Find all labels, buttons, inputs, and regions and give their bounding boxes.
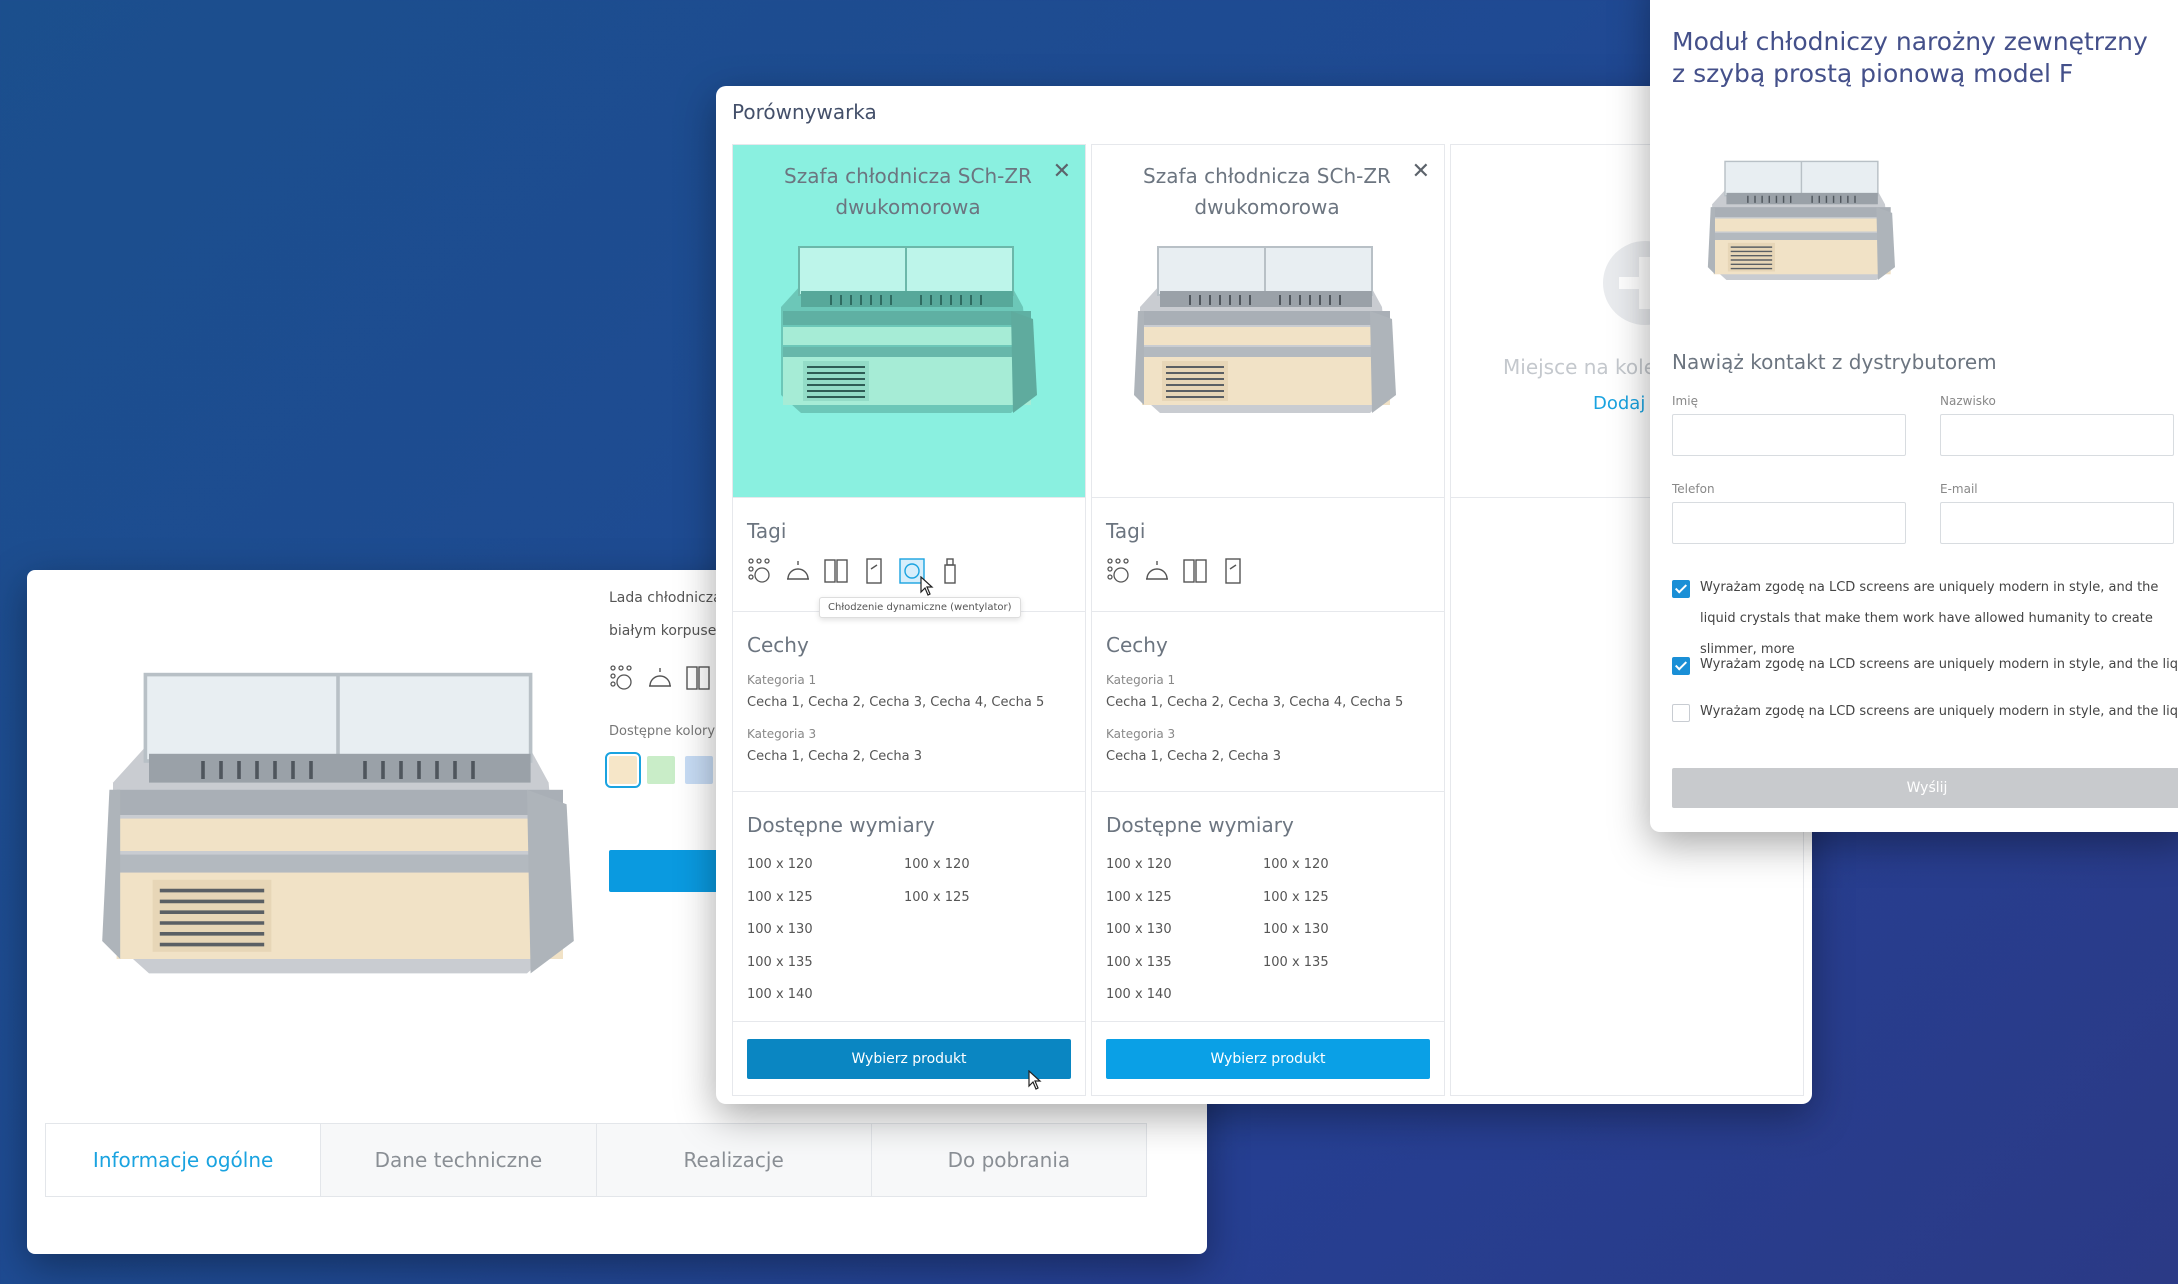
dimensions-section: Dostępne wymiary 100 x 120 100 x 125 100… — [733, 791, 1085, 1022]
dome-icon[interactable] — [1144, 557, 1170, 585]
tags-section: Tagi — [1092, 497, 1444, 612]
tab-technical[interactable]: Dane techniczne — [321, 1124, 597, 1196]
dome-icon[interactable] — [785, 557, 811, 585]
doors-icon[interactable] — [1182, 557, 1208, 585]
product-image — [77, 670, 617, 1050]
dimensions-title: Dostępne wymiary — [1106, 813, 1294, 837]
dome-icon — [647, 664, 673, 692]
dots-icon[interactable] — [1106, 557, 1132, 585]
consent-checkbox[interactable] — [1672, 704, 1690, 722]
product-image — [761, 245, 1061, 455]
door-icon[interactable] — [861, 557, 887, 585]
column-header: Szafa chłodnicza SCh-ZR dwukomorowa ✕ — [733, 145, 1085, 498]
email-input[interactable] — [1940, 502, 2174, 544]
dimension: 100 x 135 — [1106, 955, 1172, 970]
dots-icon[interactable] — [747, 557, 773, 585]
color-swatch[interactable] — [647, 756, 675, 784]
dimension: 100 x 135 — [747, 955, 813, 970]
consent-checkbox[interactable] — [1672, 657, 1690, 675]
product-name: Szafa chłodnicza SCh-ZR dwukomorowa — [784, 164, 1032, 219]
mouse-cursor-icon — [920, 576, 934, 596]
feature-category: Kategoria 1 — [747, 673, 817, 687]
select-product-button[interactable]: Wybierz produkt — [747, 1039, 1071, 1079]
tab-downloads[interactable]: Do pobrania — [871, 1124, 1146, 1196]
features-title: Cechy — [747, 633, 809, 657]
dimension: 100 x 120 — [904, 857, 970, 872]
tab-realizations[interactable]: Realizacje — [596, 1124, 872, 1196]
product-tabs: Informacje ogólne Dane techniczne Realiz… — [45, 1123, 1147, 1197]
send-button[interactable]: Wyślij — [1672, 768, 2178, 808]
doors-icon — [685, 664, 711, 692]
color-swatch[interactable] — [605, 752, 641, 788]
feature-category: Kategoria 3 — [747, 727, 817, 741]
contact-product-title: Moduł chłodniczy narożny zewnętrzny z sz… — [1672, 27, 2148, 88]
email-label: E-mail — [1940, 482, 1978, 496]
consent-text: Wyrażam zgodę na LCD screens are uniquel… — [1700, 657, 2178, 672]
consent-row: Wyrażam zgodę na LCD screens are uniquel… — [1672, 696, 2178, 727]
feature-category: Kategoria 3 — [1106, 727, 1176, 741]
door-icon[interactable] — [1220, 557, 1246, 585]
tags-section: Tagi Chłodzenie dynamiczne (wentylator) — [733, 497, 1085, 618]
consent-checkbox[interactable] — [1672, 580, 1690, 598]
tags-title: Tagi — [747, 519, 787, 543]
tab-general[interactable]: Informacje ogólne — [46, 1124, 322, 1196]
first-name-label: Imię — [1672, 394, 1698, 408]
bottle-icon[interactable] — [937, 557, 963, 585]
feature-values: Cecha 1, Cecha 2, Cecha 3 — [1106, 749, 1282, 764]
product-tags — [609, 664, 711, 692]
feature-values: Cecha 1, Cecha 2, Cecha 3 — [747, 749, 923, 764]
tag-icons — [1106, 557, 1246, 585]
colors-label: Dostępne kolory — [609, 724, 716, 739]
product-image — [1690, 160, 1920, 310]
dimensions-title: Dostępne wymiary — [747, 813, 935, 837]
dots-icon — [609, 664, 635, 692]
dimension: 100 x 120 — [747, 857, 813, 872]
dimension: 100 x 130 — [1263, 922, 1329, 937]
first-name-input[interactable] — [1672, 414, 1906, 456]
primary-button[interactable] — [609, 850, 729, 892]
dimension: 100 x 120 — [1106, 857, 1172, 872]
dimensions-section: Dostępne wymiary 100 x 120 100 x 125 100… — [1092, 791, 1444, 1022]
features-title: Cechy — [1106, 633, 1168, 657]
add-product-link[interactable]: Dodaj — [1593, 393, 1645, 414]
dimension: 100 x 140 — [747, 987, 813, 1002]
form-title: Nawiąż kontakt z dystrybutorem — [1672, 350, 1997, 374]
dimension: 100 x 125 — [747, 890, 813, 905]
compare-column: Szafa chłodnicza SCh-ZR dwukomorowa ✕ Ta… — [1091, 144, 1445, 1096]
consent-text: Wyrażam zgodę na LCD screens are uniquel… — [1700, 704, 2178, 719]
product-name: Szafa chłodnicza SCh-ZR dwukomorowa — [1143, 164, 1391, 219]
dimension: 100 x 125 — [1263, 890, 1329, 905]
last-name-input[interactable] — [1940, 414, 2174, 456]
select-product-button[interactable]: Wybierz produkt — [1106, 1039, 1430, 1079]
close-icon[interactable]: ✕ — [1053, 159, 1071, 184]
consent-row: Wyrażam zgodę na LCD screens are uniquel… — [1672, 649, 2178, 680]
phone-label: Telefon — [1672, 482, 1715, 496]
dimension: 100 x 120 — [1263, 857, 1329, 872]
feature-values: Cecha 1, Cecha 2, Cecha 3, Cecha 4, Cech… — [1106, 695, 1404, 710]
mouse-cursor-icon — [1028, 1070, 1042, 1090]
features-section: Cechy Kategoria 1 Cecha 1, Cecha 2, Cech… — [733, 611, 1085, 792]
feature-category: Kategoria 1 — [1106, 673, 1176, 687]
column-header: Szafa chłodnicza SCh-ZR dwukomorowa ✕ — [1092, 145, 1444, 498]
comparator-panel: Porównywarka Szafa chłodnicza SCh-ZR dwu… — [716, 86, 1812, 1104]
tags-title: Tagi — [1106, 519, 1146, 543]
dimension: 100 x 125 — [904, 890, 970, 905]
compare-column: Szafa chłodnicza SCh-ZR dwukomorowa ✕ Ta… — [732, 144, 1086, 1096]
product-image — [1120, 245, 1420, 455]
features-section: Cechy Kategoria 1 Cecha 1, Cecha 2, Cech… — [1092, 611, 1444, 792]
dimension: 100 x 140 — [1106, 987, 1172, 1002]
doors-icon[interactable] — [823, 557, 849, 585]
contact-panel: Moduł chłodniczy narożny zewnętrzny z sz… — [1650, 0, 2178, 832]
dimension: 100 x 125 — [1106, 890, 1172, 905]
dimension: 100 x 130 — [1106, 922, 1172, 937]
comparator-title: Porównywarka — [732, 100, 877, 124]
dimension: 100 x 130 — [747, 922, 813, 937]
last-name-label: Nazwisko — [1940, 394, 1996, 408]
feature-values: Cecha 1, Cecha 2, Cecha 3, Cecha 4, Cech… — [747, 695, 1045, 710]
phone-input[interactable] — [1672, 502, 1906, 544]
close-icon[interactable]: ✕ — [1412, 159, 1430, 184]
dimension: 100 x 135 — [1263, 955, 1329, 970]
color-swatch[interactable] — [685, 756, 713, 784]
